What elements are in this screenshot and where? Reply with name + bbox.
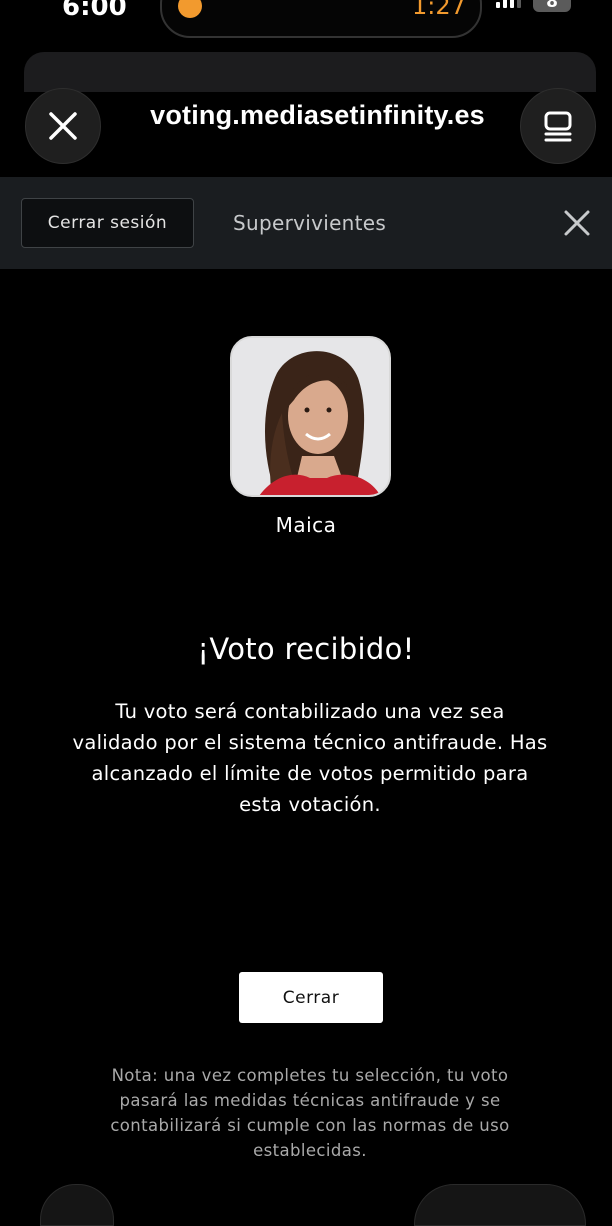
browser-menu-button[interactable] <box>520 88 596 164</box>
close-button[interactable]: Cerrar <box>239 972 383 1023</box>
candidate-photo <box>230 336 391 497</box>
close-icon[interactable] <box>563 209 591 237</box>
close-browser-button[interactable] <box>25 88 101 164</box>
confirmation-title: ¡Voto recibido! <box>197 632 415 666</box>
confirmation-message: Tu voto será contabilizado una vez sea v… <box>72 700 548 816</box>
signal-icon <box>496 0 521 8</box>
url-text[interactable]: voting.mediasetinfinity.es <box>110 100 525 131</box>
tabs-icon <box>544 111 572 142</box>
toolbar-pill[interactable] <box>414 1184 586 1226</box>
footer-note: Nota: una vez completes tu selección, tu… <box>110 1066 510 1160</box>
status-time: 6:00 <box>62 0 127 22</box>
timer-readout: 1:27 <box>412 0 466 20</box>
browser-url-bar: voting.mediasetinfinity.es <box>0 52 612 177</box>
page-header: Cerrar sesión Supervivientes <box>0 177 612 269</box>
close-icon <box>49 112 77 140</box>
status-bar: 6:00 1:27 8 <box>0 0 612 40</box>
back-button[interactable] <box>40 1184 114 1226</box>
candidate-name: Maica <box>275 513 337 537</box>
logout-button[interactable]: Cerrar sesión <box>21 198 194 248</box>
battery-icon: 8 <box>533 0 571 12</box>
candidate-portrait <box>232 338 389 495</box>
page-title: Supervivientes <box>233 211 387 235</box>
